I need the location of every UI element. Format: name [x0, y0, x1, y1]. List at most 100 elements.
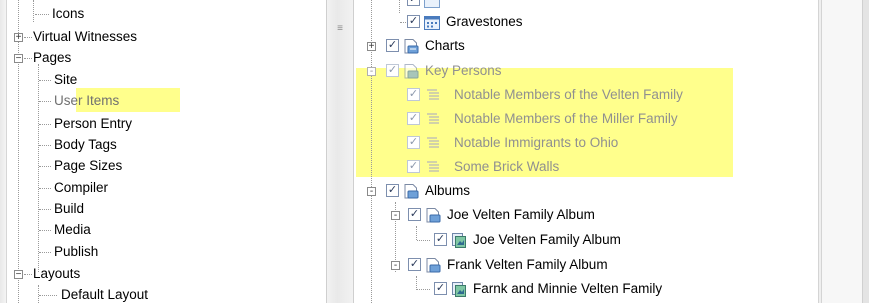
splitter[interactable]: ≡	[326, 0, 354, 303]
tree-item-label: Farnk and Minnie Velten Family	[473, 281, 663, 296]
tree-item-label: Some Brick Walls	[454, 159, 560, 174]
scrollbar[interactable]	[862, 0, 869, 303]
folder-document-icon	[404, 184, 419, 199]
checkbox[interactable]: ✓	[407, 15, 420, 28]
tree-item-label: Person Entry	[54, 116, 133, 131]
tree-item-label: User Items	[54, 93, 120, 108]
tree-line	[24, 58, 32, 59]
tree-line	[39, 80, 51, 81]
tree-row-notable-immigrants[interactable]: ✓ Notable Immigrants to Ohio	[354, 132, 818, 154]
photo-album-icon	[452, 233, 466, 248]
folder-document-icon	[426, 258, 441, 273]
checkbox[interactable]: ✓	[407, 136, 420, 149]
tree-item-layouts[interactable]: Layouts	[33, 264, 80, 284]
collapse-icon[interactable]: -	[391, 211, 400, 221]
tree-row-albums[interactable]: - ✓ Albums	[354, 180, 818, 202]
tree-line	[33, 0, 34, 22]
tree-item-virtual-witnesses[interactable]: Virtual Witnesses	[33, 27, 137, 47]
expand-icon[interactable]: +	[367, 42, 376, 52]
tree-row-notable-members-velten[interactable]: ✓ Notable Members of the Velten Family	[354, 84, 818, 106]
tree-item-label: Charts	[425, 38, 465, 53]
tree-row-joe-velten-album[interactable]: ✓ Joe Velten Family Album	[354, 229, 818, 251]
checkbox[interactable]: ✓	[408, 208, 421, 221]
tree-line	[38, 64, 39, 272]
list-icon	[427, 137, 439, 148]
checkbox[interactable]: ✓	[407, 112, 420, 125]
checkbox[interactable]: ✓	[434, 233, 447, 246]
tree-item-pages[interactable]: Pages	[33, 48, 71, 68]
checkbox[interactable]: ✓	[407, 160, 420, 173]
tree-item-body-tags[interactable]: Body Tags	[54, 135, 117, 155]
tree-item-label: Notable Members of the Miller Family	[454, 111, 678, 126]
content-tree: ✓ ✓ Gravestones + ✓ Charts - ✓ Key Perso	[354, 0, 818, 303]
tree-item-label: Joe Velten Family Album	[447, 207, 595, 222]
tree-item-label: Media	[54, 222, 91, 237]
list-icon	[427, 161, 439, 172]
tree-item-label: Notable Immigrants to Ohio	[454, 135, 619, 150]
expand-icon[interactable]: +	[14, 33, 23, 43]
checkbox[interactable]: ✓	[408, 258, 421, 271]
tree-line	[35, 14, 49, 15]
tree-item-label: Default Layout	[61, 287, 149, 302]
tree-row-joe-velten-album-group[interactable]: - ✓ Joe Velten Family Album	[354, 204, 818, 226]
calendar-icon	[424, 16, 440, 30]
checkbox[interactable]: ✓	[434, 282, 447, 295]
tree-item-person-entry[interactable]: Person Entry	[54, 114, 132, 134]
tree-item-icons[interactable]: Icons	[52, 4, 84, 24]
tree-item-label: Albums	[425, 183, 471, 198]
tree-item-label: Joe Velten Family Album	[473, 232, 621, 247]
tree-row-notable-members-miller[interactable]: ✓ Notable Members of the Miller Family	[354, 108, 818, 130]
tree-item-label: Notable Members of the Velten Family	[454, 87, 683, 102]
tree-item-page-sizes[interactable]: Page Sizes	[54, 156, 122, 176]
tree-line	[38, 285, 39, 303]
tree-item-label: Frank Velten Family Album	[447, 257, 608, 272]
tree-row-farnk-minnie-velten[interactable]: ✓ Farnk and Minnie Velten Family	[354, 278, 818, 300]
tree-item-label: Page Sizes	[54, 158, 123, 173]
collapse-icon[interactable]: -	[367, 187, 376, 197]
tree-row-some-brick-walls[interactable]: ✓ Some Brick Walls	[354, 156, 818, 178]
tree-row-key-persons[interactable]: - ✓ Key Persons	[354, 60, 818, 82]
tree-item-site[interactable]: Site	[54, 70, 77, 90]
tree-item-label: Icons	[52, 6, 85, 21]
tree-item-media[interactable]: Media	[54, 220, 91, 240]
tree-item-default-layout[interactable]: Default Layout	[61, 285, 148, 303]
collapse-icon[interactable]: −	[14, 270, 23, 280]
checkbox[interactable]: ✓	[386, 64, 399, 77]
tree-line	[39, 295, 57, 296]
photo-album-icon	[452, 282, 466, 297]
checkbox[interactable]: ✓	[407, 88, 420, 101]
list-icon	[427, 113, 439, 124]
collapse-icon[interactable]: -	[367, 67, 376, 77]
tree-item-label: Key Persons	[425, 63, 502, 78]
tree-item-build[interactable]: Build	[54, 199, 84, 219]
collapse-icon[interactable]: -	[391, 261, 400, 271]
tree-row-frank-velten-album-group[interactable]: - ✓ Frank Velten Family Album	[354, 254, 818, 276]
tree-item-user-items[interactable]: User Items	[54, 91, 119, 111]
list-icon	[427, 89, 439, 100]
tree-line	[39, 209, 51, 210]
collapse-icon[interactable]: −	[14, 54, 23, 64]
folder-document-icon	[404, 64, 419, 79]
checkbox[interactable]: ✓	[407, 0, 420, 6]
tree-item-label: Build	[54, 201, 85, 216]
tree-line	[39, 230, 51, 231]
tree-line	[18, 0, 19, 303]
tree-row-gravestones[interactable]: ✓ Gravestones	[354, 11, 818, 33]
settings-tree: Icons + Virtual Witnesses − Pages Site U…	[6, 0, 326, 303]
tree-line	[39, 124, 51, 125]
tree-item-label: Virtual Witnesses	[33, 29, 138, 44]
tree-item-publish[interactable]: Publish	[54, 242, 98, 262]
grip-icon[interactable]: ≡	[336, 24, 344, 39]
checkbox[interactable]: ✓	[386, 39, 399, 52]
checkbox[interactable]: ✓	[386, 184, 399, 197]
tree-line	[39, 252, 51, 253]
tree-item-compiler[interactable]: Compiler	[54, 178, 108, 198]
tree-item-label: Site	[54, 72, 78, 87]
tree-row-charts[interactable]: + ✓ Charts	[354, 35, 818, 57]
tree-item-label: Compiler	[54, 180, 109, 195]
tree-line	[24, 37, 32, 38]
tree-line	[24, 274, 32, 275]
tree-item-label: Body Tags	[54, 137, 117, 152]
calendar-icon	[424, 0, 440, 8]
tree-line	[39, 145, 51, 146]
